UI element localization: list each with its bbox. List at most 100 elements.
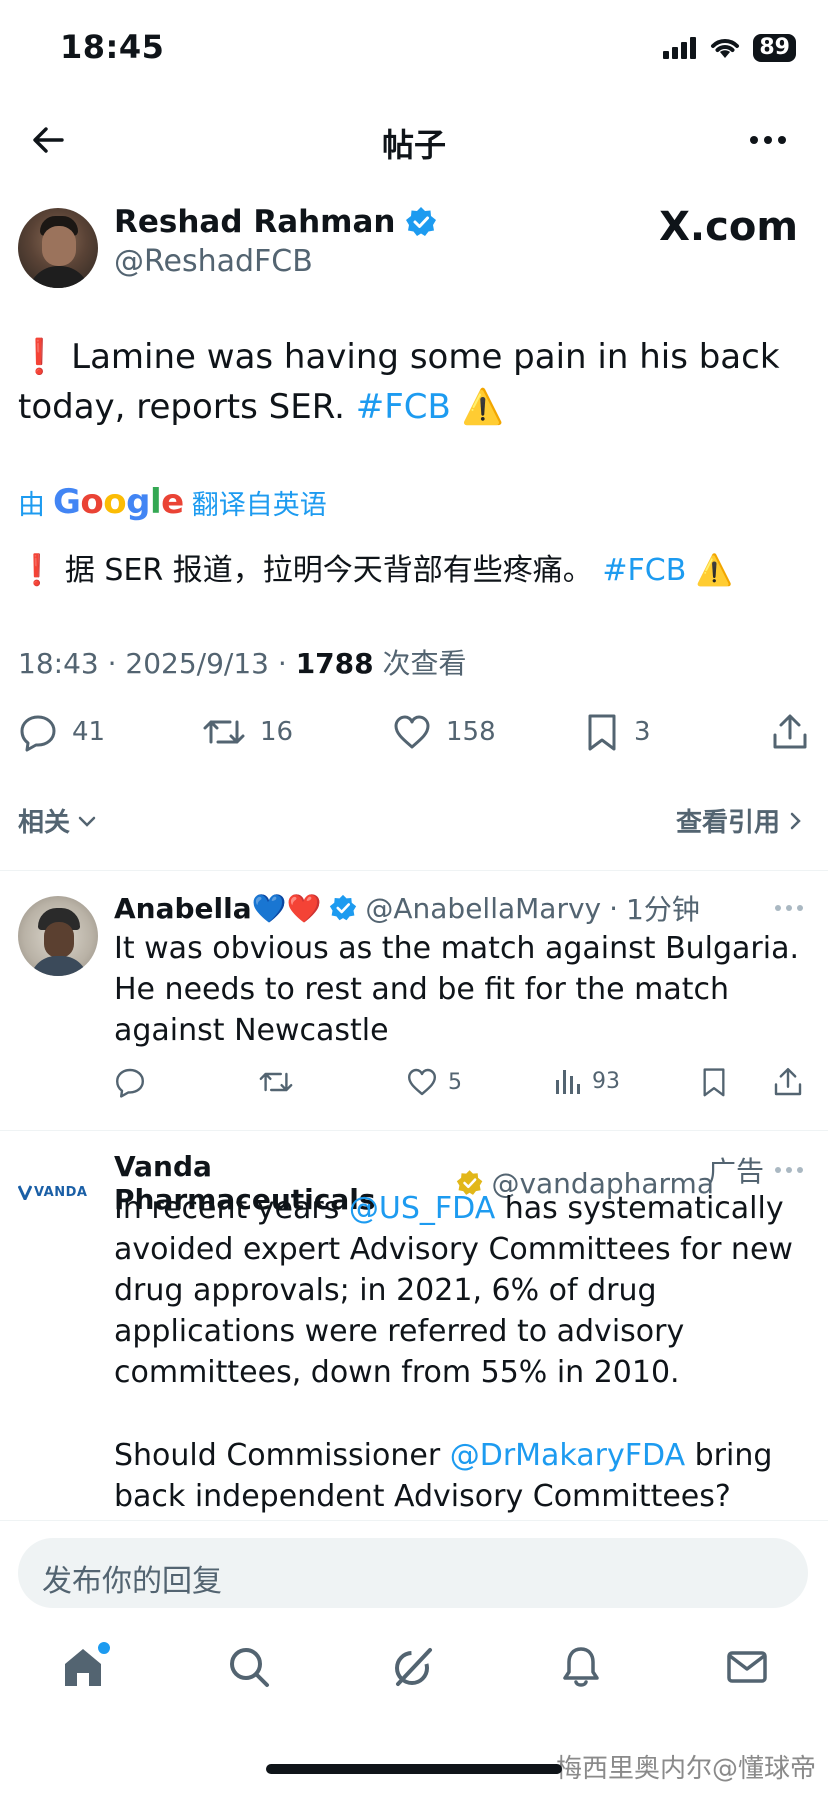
tab-search[interactable] (226, 1644, 272, 1694)
reply-bookmark-button[interactable] (700, 1066, 728, 1098)
ad-logo[interactable]: VANDA (18, 1180, 100, 1204)
tweet-meta: 18:43 · 2025/9/13 · 1788 次查看 (18, 647, 467, 680)
share-icon (774, 1068, 802, 1096)
reply-separator: · (609, 891, 619, 925)
retweet-icon (203, 720, 245, 744)
reply-views-button[interactable]: 93 (554, 1066, 620, 1096)
author-name-row[interactable]: Reshad Rahman (114, 204, 437, 240)
reply-view-count: 93 (592, 1068, 620, 1094)
reply-like-count: 5 (448, 1069, 462, 1095)
bookmark-button[interactable]: 3 (584, 712, 651, 752)
like-count: 158 (446, 717, 496, 747)
ad-more-icon[interactable] (774, 1160, 804, 1180)
retweet-button[interactable]: 16 (202, 712, 293, 752)
verified-icon (330, 894, 357, 921)
reply-avatar[interactable] (18, 896, 98, 976)
mention-link[interactable]: @DrMakaryFDA (450, 1438, 685, 1473)
watermark-text: 梅西里奥内尔@懂球帝 (555, 1754, 816, 1784)
battery-indicator: 89 (753, 34, 796, 62)
ad-text-paragraph-1: In recent years @US_FDA has systematical… (114, 1188, 814, 1393)
mail-icon (727, 1651, 767, 1683)
chevron-right-icon (790, 812, 801, 829)
search-icon (230, 1648, 269, 1687)
view-quotes-label: 查看引用 (675, 808, 780, 838)
related-dropdown[interactable]: 相关 (18, 802, 98, 839)
wifi-icon (711, 39, 740, 58)
bottom-tab-bar (0, 1630, 828, 1720)
view-quotes-link[interactable]: 查看引用 (676, 802, 806, 839)
translated-emoji: ⚠️ (686, 553, 734, 588)
translated-text: ❗ 据 SER 报道，拉明今天背部有些疼痛。 #FCB ⚠️ (18, 548, 733, 594)
reply-author-name[interactable]: Anabella💙❤️ (114, 892, 321, 925)
views-label: 次查看 (382, 647, 467, 680)
tweet-date: 2025/9/13 (125, 647, 269, 680)
status-time: 18:45 (60, 28, 165, 66)
status-icons: 89 (663, 34, 796, 62)
ad-logo-text: VANDA (34, 1184, 88, 1200)
retweet-icon (259, 1072, 293, 1092)
tab-home[interactable] (60, 1640, 112, 1694)
tab-notifications[interactable] (558, 1644, 604, 1694)
vanda-logo-icon (18, 1185, 32, 1200)
author-handle[interactable]: @ReshadFCB (114, 244, 313, 279)
reply-retweet-button[interactable] (258, 1066, 294, 1098)
share-button[interactable] (770, 712, 810, 752)
translate-by-label: 由 (18, 489, 45, 521)
ad-text-part: Should Commissioner (114, 1438, 450, 1473)
reply-share-button[interactable] (772, 1066, 804, 1098)
tweet-views: 1788 (295, 647, 374, 680)
tab-grok[interactable] (390, 1644, 436, 1694)
verified-icon (406, 207, 437, 236)
grok-icon (395, 1648, 432, 1686)
bookmark-count: 3 (634, 717, 651, 747)
views-icon (556, 1070, 580, 1094)
share-icon (773, 714, 807, 749)
tweet-text: ❗ Lamine was having some pain in his bac… (18, 332, 808, 432)
reply-button[interactable]: 41 (18, 712, 105, 752)
reply-count: 41 (72, 717, 106, 747)
tweet-text-emoji: ⚠️ (450, 387, 505, 427)
related-label: 相关 (18, 808, 71, 838)
compose-placeholder: 发布你的回复 (42, 1564, 222, 1599)
home-indicator[interactable] (266, 1764, 562, 1774)
tweet-time: 18:43 (18, 647, 99, 680)
reply-author-handle[interactable]: @AnabellaMarvy (365, 892, 601, 925)
signal-icon (663, 37, 697, 59)
mention-link[interactable]: @US_FDA (349, 1191, 495, 1226)
divider (0, 1130, 828, 1131)
ad-text-part: In recent years (114, 1191, 349, 1226)
notification-dot (96, 1640, 112, 1656)
bell-icon (563, 1647, 599, 1687)
reply-compose-input[interactable]: 发布你的回复 (18, 1538, 808, 1608)
like-icon (408, 1068, 436, 1096)
reply-icon (116, 1068, 144, 1098)
ad-label: 广告 (707, 1155, 764, 1188)
translated-hashtag-link[interactable]: #FCB (602, 553, 686, 588)
like-icon (394, 715, 430, 749)
translation-attribution[interactable]: 由 Google 翻译自英语 (18, 482, 327, 522)
like-button[interactable]: 158 (392, 712, 496, 752)
reply-time: 1分钟 (626, 893, 700, 926)
tab-messages[interactable] (724, 1644, 770, 1694)
author-avatar[interactable] (18, 208, 98, 288)
reply-action-bar: 5 93 (114, 1066, 814, 1106)
divider (0, 870, 828, 871)
ad-text-paragraph-2: Should Commissioner @DrMakaryFDA bring b… (114, 1435, 814, 1517)
author-name[interactable]: Reshad Rahman (114, 204, 395, 240)
bookmark-icon (588, 714, 616, 751)
reply-reply-button[interactable] (114, 1066, 146, 1098)
translate-label: 翻译自英语 (191, 489, 327, 521)
reply-more-icon[interactable] (774, 898, 804, 918)
hashtag-link[interactable]: #FCB (356, 387, 451, 427)
retweet-count: 16 (260, 717, 294, 747)
page-title: 帖子 (381, 126, 446, 164)
reply-like-button[interactable]: 5 (406, 1066, 462, 1098)
bookmark-icon (703, 1068, 725, 1097)
reply-header: Anabella💙❤️ @AnabellaMarvy · 1分钟 (114, 888, 814, 928)
more-icon[interactable] (748, 128, 788, 152)
translated-text-main: ❗ 据 SER 报道，拉明今天背部有些疼痛。 (18, 553, 593, 588)
chevron-down-icon (78, 816, 96, 827)
source-watermark: X.com (659, 204, 798, 250)
reply-icon (20, 715, 56, 752)
google-logo: Google (53, 482, 184, 522)
